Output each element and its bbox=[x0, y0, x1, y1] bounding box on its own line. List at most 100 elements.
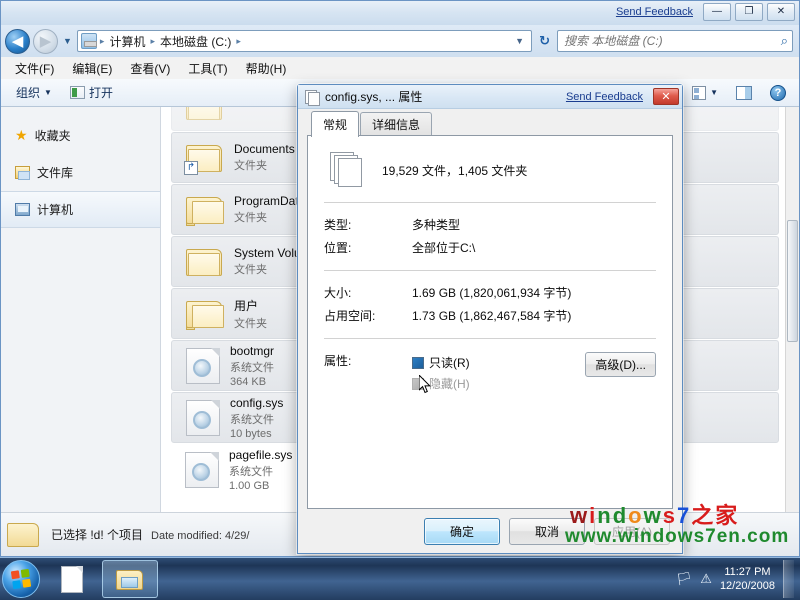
hidden-checkbox[interactable] bbox=[412, 377, 424, 390]
scrollbar-thumb[interactable] bbox=[787, 220, 798, 342]
forward-button[interactable]: ▶ bbox=[33, 28, 58, 54]
taskbar: 🏳 ⚠ 11:27 PM 12/20/2008 bbox=[0, 557, 800, 600]
address-history-caret-icon[interactable]: ▼ bbox=[511, 36, 528, 46]
menu-tools[interactable]: 工具(T) bbox=[180, 58, 235, 79]
property-value: 多种类型 bbox=[412, 218, 461, 232]
property-row-location: 位置: 全部位于C:\ bbox=[324, 236, 656, 259]
change-view-button[interactable]: ▼ bbox=[685, 83, 725, 103]
property-value: 1.69 GB (1,820,061,934 字节) bbox=[412, 286, 572, 300]
folder-icon bbox=[186, 194, 224, 226]
refresh-button[interactable]: ↻ bbox=[535, 33, 554, 49]
tab-details[interactable]: 详细信息 bbox=[360, 112, 433, 136]
recent-pages-dropdown[interactable]: ▼ bbox=[61, 36, 74, 46]
document-icon bbox=[61, 565, 83, 593]
attributes-row: 属性: 只读(R) 隐藏(H) 高级(D)... bbox=[324, 347, 656, 394]
file-stack-icon bbox=[330, 152, 366, 188]
folder-icon bbox=[186, 107, 224, 122]
breadcrumb-computer[interactable]: 计算机 bbox=[107, 33, 147, 50]
tab-general[interactable]: 常规 bbox=[311, 111, 360, 137]
sidebar-item-computer[interactable]: 计算机 bbox=[1, 191, 160, 228]
back-button[interactable]: ◀ bbox=[5, 28, 30, 54]
chevron-down-icon: ▼ bbox=[44, 88, 52, 97]
menu-view[interactable]: 查看(V) bbox=[122, 58, 178, 79]
restore-button[interactable]: ❐ bbox=[735, 3, 763, 21]
sidebar-item-favorites[interactable]: ★ 收藏夹 bbox=[1, 117, 160, 154]
dialog-title-bar[interactable]: config.sys, ... 属性 Send Feedback ✕ bbox=[298, 85, 682, 109]
breadcrumb-local-disk[interactable]: 本地磁盘 (C:) bbox=[158, 33, 233, 50]
list-item-type: 文件夹 bbox=[234, 317, 267, 330]
shortcut-arrow-icon: ↱ bbox=[184, 160, 198, 175]
help-button[interactable]: ? bbox=[763, 82, 793, 104]
ok-button[interactable]: 确定 bbox=[424, 517, 500, 545]
advanced-button[interactable]: 高级(D)... bbox=[585, 352, 656, 377]
list-item-type: 系统文件 bbox=[229, 465, 273, 478]
list-item-name: ProgramData bbox=[234, 194, 306, 208]
open-button[interactable]: 打开 bbox=[63, 81, 120, 104]
explorer-icon bbox=[116, 568, 144, 591]
windows-logo-icon bbox=[10, 568, 32, 590]
close-button[interactable]: ✕ bbox=[767, 3, 795, 21]
property-row-type: 类型: 多种类型 bbox=[324, 213, 656, 236]
open-icon bbox=[69, 86, 85, 99]
view-list-icon bbox=[692, 85, 707, 100]
list-item-type: 文件夹 bbox=[234, 160, 267, 172]
menu-file[interactable]: 文件(F) bbox=[7, 58, 62, 79]
start-button[interactable] bbox=[2, 560, 40, 598]
preview-pane-button[interactable] bbox=[729, 83, 759, 103]
show-desktop-button[interactable] bbox=[783, 560, 794, 598]
clock[interactable]: 11:27 PM 12/20/2008 bbox=[720, 565, 775, 593]
search-box[interactable]: ⌕ bbox=[557, 30, 793, 52]
apply-button: 应用(A) bbox=[594, 517, 670, 545]
menu-help[interactable]: 帮助(H) bbox=[238, 58, 295, 79]
readonly-checkbox[interactable] bbox=[412, 356, 424, 369]
clock-time: 11:27 PM bbox=[724, 566, 771, 578]
breadcrumb-separator-1[interactable]: ▸ bbox=[149, 36, 156, 47]
chevron-down-icon: ▼ bbox=[710, 88, 718, 97]
cancel-button[interactable]: 取消 bbox=[509, 517, 585, 545]
list-item-text: pagefile.sys 系统文件 1.00 GB bbox=[229, 448, 292, 492]
status-folder-icon bbox=[7, 521, 41, 549]
close-icon: ✕ bbox=[776, 6, 786, 17]
computer-icon bbox=[80, 33, 97, 49]
folder-shortcut-icon: ↱ bbox=[184, 142, 224, 175]
flag-icon[interactable]: 🏳 bbox=[676, 571, 693, 587]
list-item-name: config.sys bbox=[230, 395, 284, 410]
action-center-warning-icon[interactable]: ⚠ bbox=[700, 571, 712, 587]
help-icon: ? bbox=[770, 84, 786, 101]
address-bar[interactable]: ▸ 计算机 ▸ 本地磁盘 (C:) ▸ ▼ bbox=[76, 30, 533, 52]
breadcrumb-separator-2[interactable]: ▸ bbox=[235, 36, 242, 47]
dialog-close-button[interactable]: ✕ bbox=[653, 88, 679, 105]
taskbar-button-document[interactable] bbox=[44, 560, 100, 598]
property-label: 占用空间: bbox=[324, 309, 376, 323]
list-item-text: ProgramData 文件夹 bbox=[234, 194, 305, 225]
send-feedback-link[interactable]: Send Feedback bbox=[616, 6, 693, 18]
file-list-scrollbar[interactable] bbox=[785, 107, 799, 512]
dialog-body: 常规 详细信息 19,529 文件，1,405 文件夹 类型: 多种类型 位置:… bbox=[298, 109, 682, 509]
search-input[interactable] bbox=[562, 33, 781, 49]
readonly-checkbox-row[interactable]: 只读(R) bbox=[412, 352, 585, 373]
sidebar-item-label: 收藏夹 bbox=[34, 129, 71, 143]
menu-bar: 文件(F) 编辑(E) 查看(V) 工具(T) 帮助(H) bbox=[1, 57, 799, 79]
list-item-name: Documents bbox=[234, 142, 295, 156]
status-selected-count: 已选择 !d! 个项目 bbox=[51, 528, 144, 542]
minimize-button[interactable]: — bbox=[703, 3, 731, 21]
taskbar-button-explorer[interactable] bbox=[102, 560, 158, 598]
dialog-send-feedback-link[interactable]: Send Feedback bbox=[566, 91, 643, 103]
property-label: 类型: bbox=[324, 218, 352, 232]
multiple-files-icon bbox=[305, 89, 320, 106]
list-item-type: 系统文件 bbox=[230, 361, 274, 374]
organize-button[interactable]: 组织 ▼ bbox=[9, 81, 59, 104]
hidden-checkbox-row[interactable]: 隐藏(H) bbox=[412, 373, 585, 394]
status-date-modified: Date modified: 4/29/ bbox=[151, 530, 250, 542]
sidebar-item-label: 文件库 bbox=[37, 166, 74, 180]
properties-dialog: config.sys, ... 属性 Send Feedback ✕ 常规 详细… bbox=[296, 83, 684, 555]
list-item-size: 10 bytes bbox=[230, 427, 272, 440]
list-item-text: config.sys 系统文件 10 bytes bbox=[230, 396, 283, 440]
property-label: 大小: bbox=[324, 286, 352, 300]
breadcrumb-separator-0[interactable]: ▸ bbox=[99, 36, 106, 47]
sidebar-item-label: 计算机 bbox=[37, 203, 74, 217]
divider bbox=[324, 270, 656, 271]
sidebar-item-libraries[interactable]: 文件库 bbox=[1, 154, 160, 191]
back-arrow-icon: ◀ bbox=[11, 33, 24, 50]
menu-edit[interactable]: 编辑(E) bbox=[64, 58, 120, 79]
